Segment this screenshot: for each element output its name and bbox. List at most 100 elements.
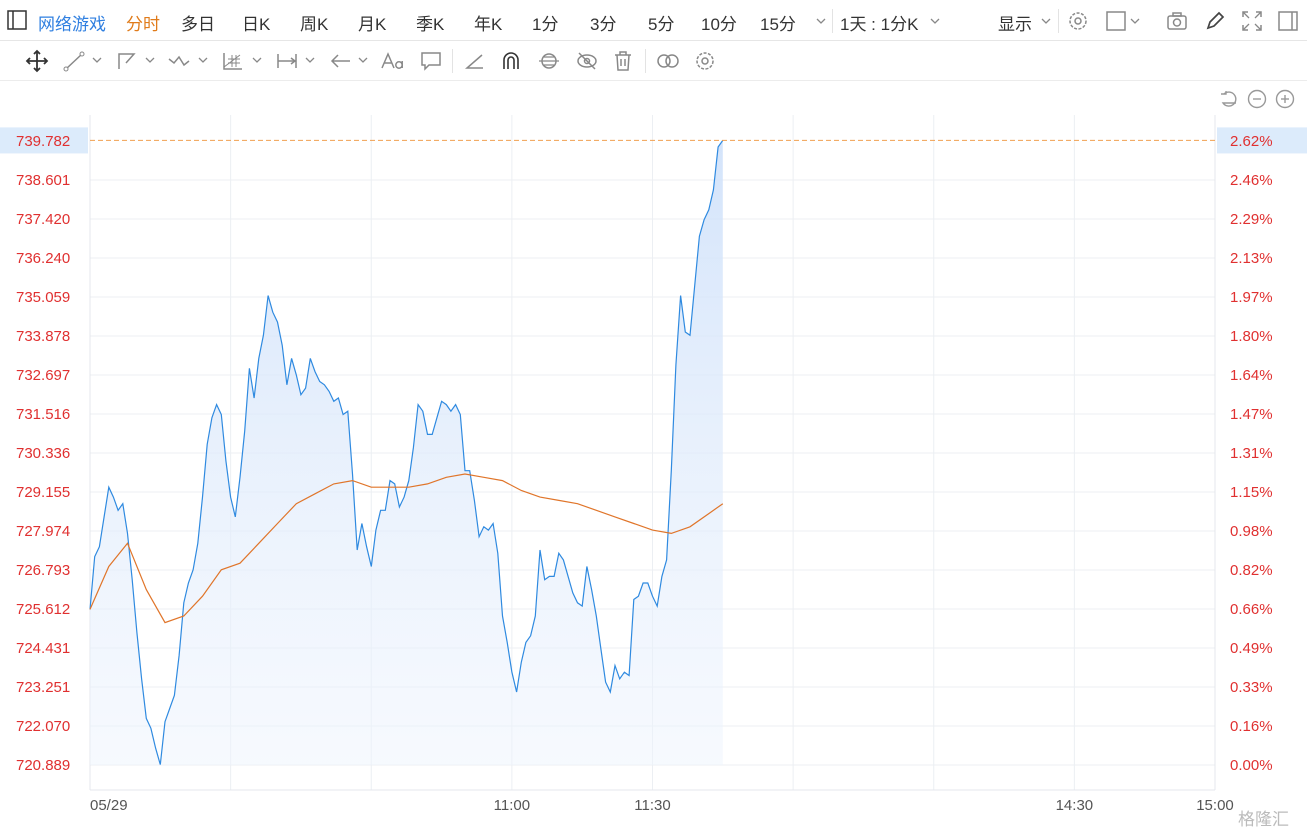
price-area: [90, 140, 723, 765]
y-right-tick-label: 0.66%: [1230, 601, 1273, 618]
display-chevron-icon[interactable]: [1041, 16, 1051, 26]
grid-tool-icon[interactable]: [220, 49, 246, 73]
y-right-tick-label: 2.62%: [1230, 133, 1273, 150]
chart-axes: 739.782 2.62% 738.601 2.46% 737.420 2.29% 736.…: [0, 127, 1307, 814]
divider: [832, 9, 833, 33]
y-right-tick-label: 1.47%: [1230, 406, 1273, 423]
price-line: [89, 140, 724, 765]
trash-icon[interactable]: [610, 49, 636, 73]
zoom-in-icon[interactable]: [1274, 88, 1296, 110]
angle-tool-icon[interactable]: [462, 49, 488, 73]
wave-tool-icon[interactable]: [166, 49, 192, 73]
measure-tool-chevron-icon[interactable]: [305, 55, 315, 65]
period-tab-monthly[interactable]: 月K: [358, 10, 386, 35]
link-icon[interactable]: [655, 49, 681, 73]
y-left-tick-label: 739.782: [16, 133, 70, 150]
camera-icon[interactable]: [1165, 9, 1189, 33]
chart-grid: [89, 115, 1216, 791]
move-icon[interactable]: [24, 49, 50, 73]
divider: [452, 49, 453, 73]
x-tick-label: 14:30: [1056, 797, 1094, 814]
y-left-tick-label: 725.612: [16, 601, 70, 618]
hide-icon[interactable]: [574, 49, 600, 73]
period-tab-1min[interactable]: 1分: [532, 10, 558, 35]
fullscreen-icon[interactable]: [1240, 9, 1264, 33]
y-right-tick-label: 0.16%: [1230, 718, 1273, 735]
y-right-tick-label: 1.64%: [1230, 367, 1273, 384]
chevron-down-icon[interactable]: [816, 16, 826, 26]
period-tab-weekly[interactable]: 周K: [300, 10, 328, 35]
line-tool-chevron-icon[interactable]: [92, 55, 102, 65]
polyline-tool-chevron-icon[interactable]: [145, 55, 155, 65]
symbol-title: 网络游戏: [38, 15, 106, 34]
drawing-toolbar: [0, 41, 1307, 81]
current-price-highlight: [0, 127, 88, 154]
y-left-tick-label: 726.793: [16, 562, 70, 579]
y-right-tick-label: 0.82%: [1230, 562, 1273, 579]
divider: [645, 49, 646, 73]
divider: [1058, 9, 1059, 33]
y-left-tick-label: 730.336: [16, 445, 70, 462]
period-tab-5min[interactable]: 5分: [648, 10, 674, 35]
text-tool-icon[interactable]: [380, 49, 406, 73]
pencil-icon[interactable]: [1203, 9, 1227, 33]
checkbox-chevron-icon[interactable]: [1130, 16, 1140, 26]
toolbar-settings-icon[interactable]: [692, 49, 718, 73]
watermark: 格隆汇: [1238, 810, 1289, 829]
wave-tool-chevron-icon[interactable]: [198, 55, 208, 65]
sidebar-toggle-icon[interactable]: [6, 9, 28, 31]
interval-select[interactable]: 1天 : 1分K: [840, 10, 918, 35]
y-left-tick-label: 724.431: [16, 640, 70, 657]
top-bar: 网络游戏 分时 多日 日K 周K 月K 季K 年K 1分 3分 5分 10分 1…: [0, 0, 1307, 41]
y-right-tick-label: 0.49%: [1230, 640, 1273, 657]
comment-tool-icon[interactable]: [418, 49, 444, 73]
reset-icon[interactable]: [1218, 88, 1240, 110]
zoom-out-icon[interactable]: [1246, 88, 1268, 110]
current-pct-highlight: [1217, 127, 1307, 154]
y-right-tick-label: 1.31%: [1230, 445, 1273, 462]
period-tab-daily[interactable]: 日K: [242, 10, 270, 35]
y-left-tick-label: 736.240: [16, 250, 70, 267]
y-left-tick-label: 731.516: [16, 406, 70, 423]
y-left-tick-label: 737.420: [16, 211, 70, 228]
chart-series: [89, 139, 1215, 765]
y-right-tick-label: 1.80%: [1230, 328, 1273, 345]
y-right-tick-label: 1.15%: [1230, 484, 1273, 501]
y-right-tick-label: 2.46%: [1230, 172, 1273, 189]
y-right-tick-label: 2.13%: [1230, 250, 1273, 267]
y-left-tick-label: 733.878: [16, 328, 70, 345]
interval-chevron-icon[interactable]: [930, 16, 940, 26]
grid-tool-chevron-icon[interactable]: [252, 55, 262, 65]
x-tick-label: 11:00: [494, 797, 530, 814]
x-tick-label: 15:00: [1196, 797, 1234, 814]
y-right-tick-label: 1.97%: [1230, 289, 1273, 306]
period-tab-timeshare[interactable]: 分时: [126, 10, 160, 35]
y-left-tick-label: 738.601: [16, 172, 70, 189]
period-tab-multiday[interactable]: 多日: [181, 10, 215, 35]
y-left-tick-label: 722.070: [16, 718, 70, 735]
x-tick-label: 05/29: [90, 797, 128, 814]
settings-icon[interactable]: [1066, 9, 1090, 33]
arrow-tool-chevron-icon[interactable]: [358, 55, 368, 65]
x-tick-label: 11:30: [634, 797, 670, 814]
panel-icon[interactable]: [1276, 9, 1300, 33]
y-left-tick-label: 729.155: [16, 484, 70, 501]
period-tab-15min[interactable]: 15分: [760, 10, 796, 35]
y-left-tick-label: 732.697: [16, 367, 70, 384]
lock-icon[interactable]: [536, 49, 562, 73]
average-line: [89, 473, 724, 624]
y-left-tick-label: 735.059: [16, 289, 70, 306]
measure-tool-icon[interactable]: [274, 49, 300, 73]
period-tab-3min[interactable]: 3分: [590, 10, 616, 35]
line-tool-icon[interactable]: [62, 49, 88, 73]
price-chart[interactable]: 739.782 2.62% 738.601 2.46% 737.420 2.29% 736.…: [0, 0, 1307, 836]
checkbox-icon[interactable]: [1104, 9, 1128, 33]
period-tab-quarterly[interactable]: 季K: [416, 10, 444, 35]
arrow-tool-icon[interactable]: [328, 49, 354, 73]
magnet-icon[interactable]: [498, 49, 524, 73]
period-tab-yearly[interactable]: 年K: [474, 10, 502, 35]
display-menu[interactable]: 显示: [998, 10, 1032, 35]
polyline-tool-icon[interactable]: [114, 49, 140, 73]
period-tab-10min[interactable]: 10分: [701, 10, 737, 35]
y-right-tick-label: 0.33%: [1230, 679, 1273, 696]
